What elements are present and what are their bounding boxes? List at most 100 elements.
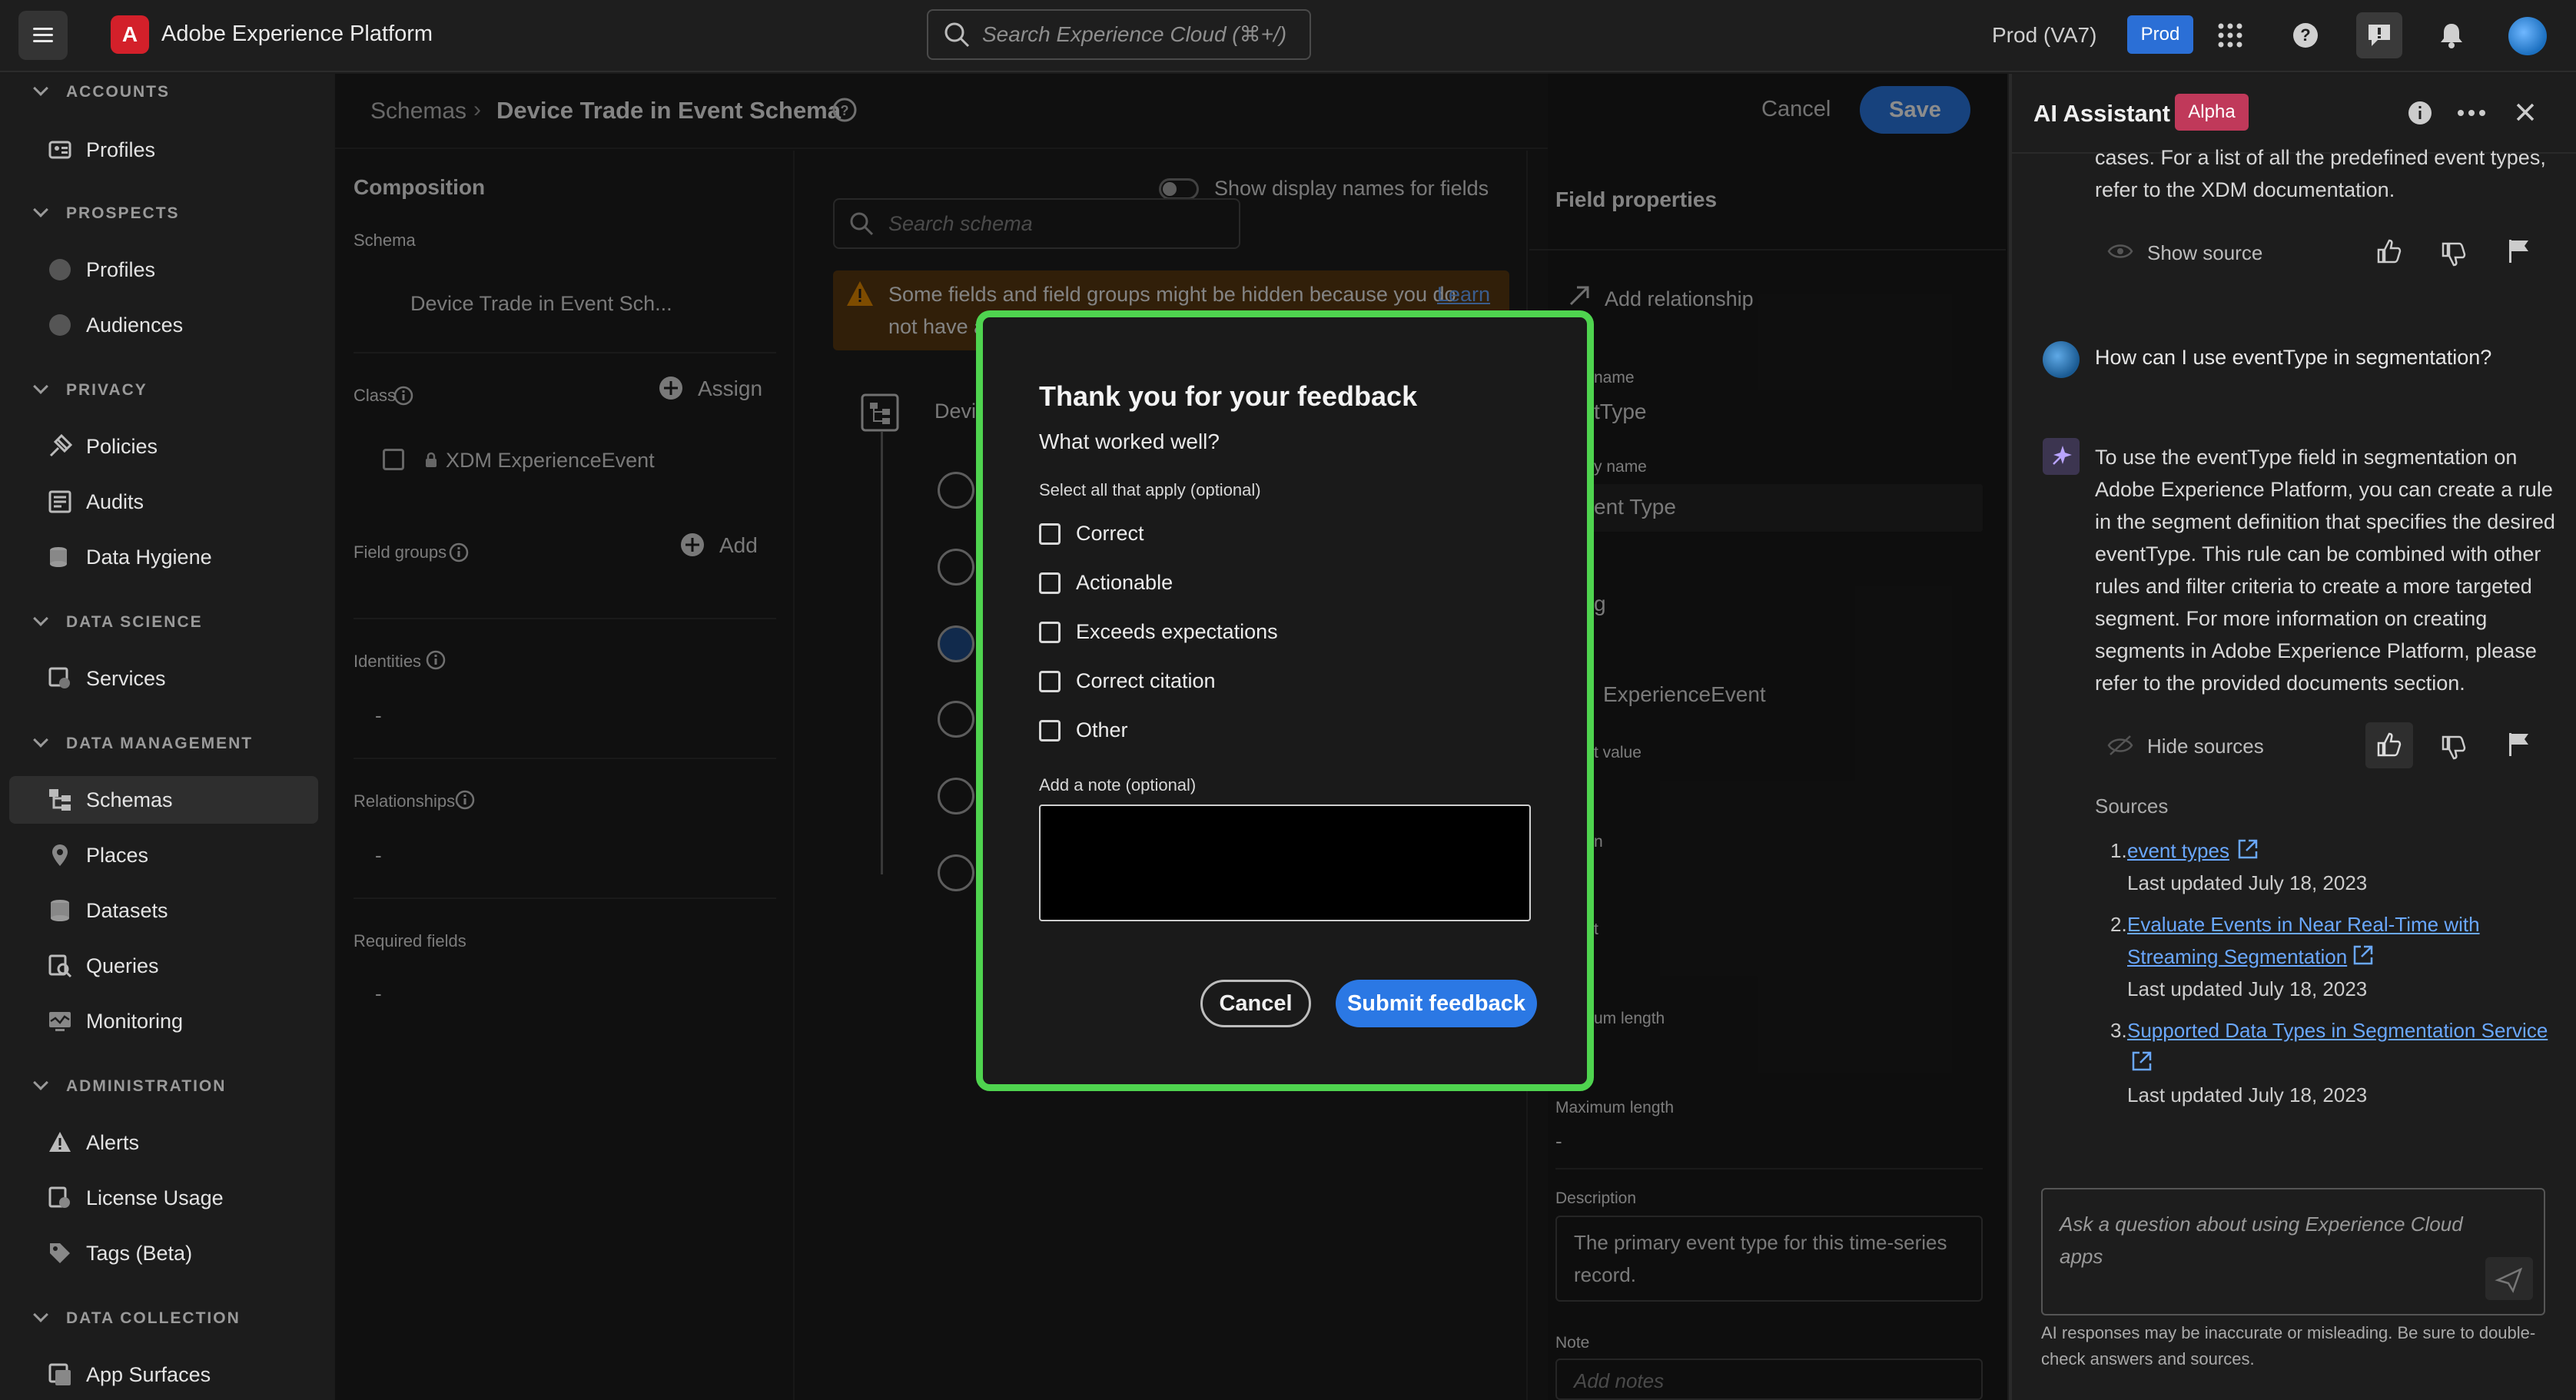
answer-line: Adobe Experience Platform, you can creat… [2095,478,2553,501]
nav-item-label: App Surfaces [86,1362,211,1386]
checkbox-exceeds-expectations[interactable] [1039,622,1061,643]
source-updated: Last updated July 18, 2023 [2127,1083,2368,1106]
dialog-cancel-button[interactable]: Cancel [1200,980,1311,1027]
flag-icon[interactable] [2507,732,2531,758]
thumbs-down-icon[interactable] [2441,735,2467,761]
hamburger-menu-icon[interactable] [18,11,68,60]
chevron-down-icon[interactable] [33,202,48,217]
source-link[interactable]: Evaluate Events in Near Real-Time with [2127,913,2480,937]
nav-item-data-hygiene[interactable]: Data Hygiene [9,533,318,581]
assistant-input-placeholder-line1: Ask a question about using Experience Cl… [2060,1213,2463,1236]
user-avatar [2043,341,2080,378]
circle-icon [46,256,74,284]
nav-item-services[interactable]: Services [9,655,318,702]
search-icon [944,22,970,48]
feedback-note-textarea[interactable] [1039,805,1531,921]
nav-section-prospects[interactable]: PROSPECTS [66,204,180,223]
nav-item-label: Queries [86,954,159,977]
send-button[interactable] [2485,1257,2533,1300]
more-options-icon[interactable] [2456,108,2487,118]
source-number: 3. [2110,1019,2127,1042]
adobe-logo-icon: A [111,15,149,54]
checkbox-correct-citation[interactable] [1039,671,1061,692]
nav-item-policies[interactable]: Policies [9,423,318,470]
source-link[interactable]: event types [2127,839,2229,863]
show-source-button[interactable]: Show source [2147,241,2262,265]
info-icon[interactable] [2407,100,2433,126]
nav-item-places[interactable]: Places [9,831,318,879]
option-label[interactable]: Exceeds expectations [1076,620,1278,644]
checkbox-other[interactable] [1039,720,1061,741]
answer-line: To use the eventType field in segmentati… [2095,446,2518,469]
datasets-icon [46,897,74,924]
option-label[interactable]: Correct citation [1076,669,1216,693]
dialog-question: What worked well? [1039,430,1220,453]
notifications-bell-icon[interactable] [2428,12,2475,58]
services-icon [46,665,74,692]
chevron-down-icon[interactable] [33,1075,48,1090]
nav-item-queries[interactable]: Queries [9,942,318,990]
external-link-icon[interactable] [2352,944,2375,967]
chevron-down-icon[interactable] [33,81,48,96]
chevron-down-icon[interactable] [33,611,48,626]
chevron-down-icon[interactable] [33,379,48,394]
nav-item-label: Places [86,843,149,867]
nav-section-accounts[interactable]: ACCOUNTS [66,83,170,101]
nav-item-label: Audiences [86,313,184,337]
source-number: 2. [2110,913,2127,936]
nav-section-data-collection[interactable]: DATA COLLECTION [66,1309,241,1328]
thumbs-up-icon[interactable] [2376,238,2402,264]
close-icon[interactable] [2513,100,2538,124]
thumbs-down-icon[interactable] [2441,241,2467,267]
nav-item-account-profiles[interactable]: Profiles [9,126,318,174]
nav-section-data-management[interactable]: DATA MANAGEMENT [66,735,253,753]
apps-grid-icon[interactable] [2207,12,2253,58]
nav-item-app-surfaces[interactable]: App Surfaces [9,1351,318,1398]
feedback-chat-icon[interactable] [2356,12,2402,58]
help-icon[interactable]: ? [2282,12,2329,58]
nav-item-schemas[interactable]: Schemas [9,776,318,824]
nav-item-audiences[interactable]: Audiences [9,301,318,349]
app-surfaces-icon [46,1361,74,1388]
queries-icon [46,952,74,980]
nav-section-data-science[interactable]: DATA SCIENCE [66,613,203,632]
checkbox-correct[interactable] [1039,523,1061,545]
environment-badge[interactable]: Prod [2127,15,2193,54]
answer-line: eventType. This rule can be combined wit… [2095,542,2541,566]
nav-item-tags-beta[interactable]: Tags (Beta) [9,1229,318,1277]
hide-sources-button[interactable]: Hide sources [2147,735,2264,758]
nav-item-license-usage[interactable]: License Usage [9,1174,318,1222]
external-link-icon[interactable] [2236,838,2259,861]
app-title: Adobe Experience Platform [161,22,433,46]
nav-item-alerts[interactable]: Alerts [9,1119,318,1166]
thumbs-up-icon[interactable] [2376,732,2402,758]
user-avatar[interactable] [2508,17,2547,55]
note-label: Add a note (optional) [1039,775,1197,795]
nav-item-audits[interactable]: Audits [9,478,318,526]
checkbox-actionable[interactable] [1039,572,1061,594]
flag-icon[interactable] [2507,238,2531,264]
nav-item-label: Tags (Beta) [86,1241,193,1265]
option-label[interactable]: Other [1076,718,1128,742]
nav-item-monitoring[interactable]: Monitoring [9,997,318,1045]
nav-section-administration[interactable]: ADMINISTRATION [66,1077,226,1096]
option-label[interactable]: Correct [1076,522,1144,546]
external-link-icon[interactable] [2130,1050,2153,1073]
audits-icon [46,488,74,516]
assistant-avatar-icon [2043,438,2080,475]
nav-item-label: Data Hygiene [86,545,212,569]
alert-icon [46,1129,74,1156]
previous-answer-line1: cases. For a list of all the predefined … [2095,146,2546,169]
option-label[interactable]: Actionable [1076,571,1173,595]
chevron-down-icon[interactable] [33,1307,48,1322]
chevron-down-icon[interactable] [33,732,48,748]
nav-item-label: Profiles [86,257,156,281]
nav-item-prospect-profiles[interactable]: Profiles [9,246,318,294]
source-link[interactable]: Streaming Segmentation [2127,945,2347,969]
nav-item-datasets[interactable]: Datasets [9,887,318,934]
source-number: 1. [2110,839,2127,862]
nav-section-privacy[interactable]: PRIVACY [66,381,148,400]
source-link[interactable]: Supported Data Types in Segmentation Ser… [2127,1019,2548,1043]
submit-feedback-button[interactable]: Submit feedback [1336,980,1537,1027]
assistant-question-input[interactable] [2041,1188,2545,1315]
